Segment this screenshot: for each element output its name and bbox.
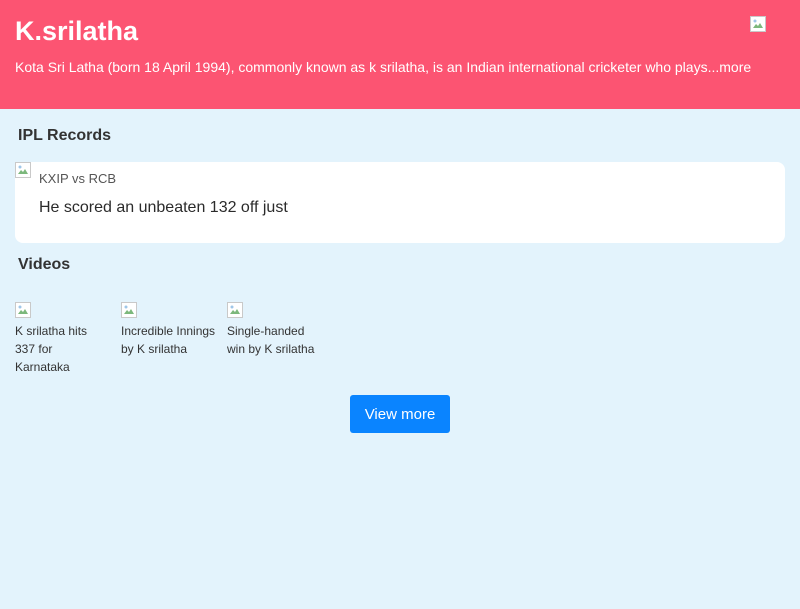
video-caption: Incredible Innings by K srilatha [121,324,216,356]
broken-image-icon [121,302,137,318]
record-text: He scored an unbeaten 132 off just [39,199,288,216]
video-caption: K srilatha hits 337 for Karnataka [15,324,88,374]
video-item[interactable]: K srilatha hits 337 for Karnataka [15,302,111,376]
match-label: KXIP vs RCB [39,171,117,186]
video-item[interactable]: Incredible Innings by K srilatha [121,302,217,358]
broken-image-icon [227,302,243,318]
video-caption: Single-handed win by K srilatha [227,324,315,356]
profile-description: Kota Sri Latha (born 18 April 1994), com… [15,58,751,76]
video-item[interactable]: Single-handed win by K srilatha [227,302,323,358]
broken-image-icon [15,162,31,178]
videos-heading: Videos [18,256,71,273]
profile-description-text: Kota Sri Latha (born 18 April 1994), com… [15,59,708,75]
more-link[interactable]: ...more [708,59,752,75]
view-more-button[interactable]: View more [350,395,450,433]
profile-header: K.srilatha Kota Sri Latha (born 18 April… [0,0,800,109]
broken-image-icon [15,302,31,318]
broken-image-icon [750,16,766,32]
page-title: K.srilatha [15,16,139,46]
ipl-records-heading: IPL Records [18,127,112,144]
ipl-record-card[interactable]: KXIP vs RCB He scored an unbeaten 132 of… [15,162,785,243]
